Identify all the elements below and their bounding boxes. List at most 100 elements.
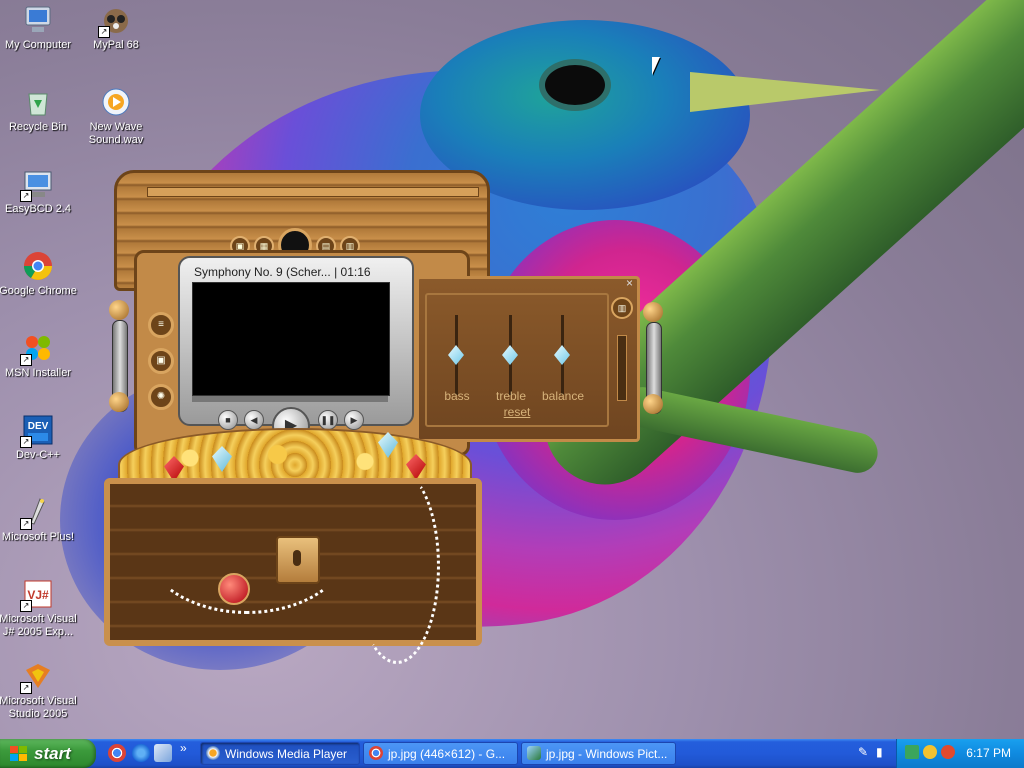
- taskbar-button-label: jp.jpg (446×612) - G...: [388, 747, 506, 761]
- desktop-icon-label: MyPal 68: [93, 39, 139, 51]
- quicklaunch-show-desktop-icon[interactable]: [154, 744, 172, 762]
- desktop-icon-devcpp[interactable]: DEV ↗ Dev-C++: [0, 414, 78, 462]
- start-label: start: [34, 744, 71, 763]
- balance-slider-knob[interactable]: [554, 345, 570, 365]
- pen-tool-icon[interactable]: ✎: [858, 745, 868, 759]
- wallpaper-bird-beak: [690, 72, 880, 112]
- recycle-bin-icon: [22, 86, 54, 118]
- chrome-icon: [369, 746, 383, 760]
- taskbar: start » Windows Media Player jp.jpg (446…: [0, 739, 1024, 768]
- media-player-window[interactable]: ▣ ▦ ▤ ▥ × ≡ ▣ ✺ Symphony No. 9 (Scher...…: [104, 170, 664, 664]
- bass-label: bass: [444, 389, 470, 403]
- desktop-icon-chrome[interactable]: Google Chrome: [0, 250, 78, 298]
- desktop-icon-visual-jsharp[interactable]: VJ# ↗ Microsoft Visual J# 2005 Exp...: [0, 578, 78, 639]
- shortcut-arrow-icon: ↗: [20, 518, 32, 530]
- quicklaunch-chrome-icon[interactable]: [108, 744, 126, 762]
- desktop-icon-visual-studio[interactable]: ↗ Microsoft Visual Studio 2005: [0, 660, 78, 721]
- my-computer-icon: [22, 4, 54, 36]
- taskbar-button-picture-viewer[interactable]: jp.jpg - Windows Pict...: [521, 742, 676, 765]
- desktop-icon-recycle-bin[interactable]: Recycle Bin: [0, 86, 78, 134]
- desktop-icon-label: Dev-C++: [15, 449, 61, 461]
- desktop-icon-label: MSN Installer: [4, 367, 72, 379]
- desktop-icon-label: Google Chrome: [0, 285, 77, 297]
- system-tray: 6:17 PM: [896, 739, 1024, 768]
- pearl-necklace: [354, 468, 440, 664]
- stop-button[interactable]: ■: [218, 410, 238, 430]
- shortcut-arrow-icon: ↗: [98, 26, 110, 38]
- equalizer-inner: bass treble balance reset: [425, 293, 609, 427]
- bass-slider[interactable]: [448, 315, 464, 395]
- equalizer-reset-link[interactable]: reset: [487, 405, 547, 419]
- wallpaper-bird-eye: [545, 65, 605, 105]
- quicklaunch-ie-icon[interactable]: [132, 744, 150, 762]
- visual-studio-icon: ↗: [20, 660, 54, 694]
- bass-slider-knob[interactable]: [448, 345, 464, 365]
- easybcd-icon: ↗: [20, 168, 54, 202]
- desktop-icon-label: New Wave Sound.wav: [88, 121, 144, 146]
- mypal-icon: ↗: [98, 4, 132, 38]
- desktop-icon-wav-file[interactable]: New Wave Sound.wav: [76, 86, 156, 147]
- vjsharp-icon: VJ# ↗: [20, 578, 54, 612]
- media-file-icon: [100, 86, 132, 118]
- desktop-icon-easybcd[interactable]: ↗ EasyBCD 2.4: [0, 168, 78, 216]
- microsoft-plus-icon: ↗: [20, 496, 54, 530]
- previous-button[interactable]: ◀: [244, 410, 264, 430]
- desktop-icon-label: Microsoft Visual Studio 2005: [0, 695, 77, 720]
- shortcut-arrow-icon: ↗: [20, 354, 32, 366]
- video-display[interactable]: [192, 282, 390, 396]
- shortcut-arrow-icon: ↗: [20, 600, 32, 612]
- shortcut-arrow-icon: ↗: [20, 682, 32, 694]
- left-hinge-cap: [109, 300, 129, 320]
- balance-slider[interactable]: [554, 315, 570, 395]
- equalizer-close-button[interactable]: ×: [626, 276, 633, 290]
- desktop-icon-label: Recycle Bin: [8, 121, 68, 133]
- equalizer-panel: × bass treble balance reset ▥: [416, 276, 640, 442]
- playlist-icon[interactable]: ≡: [148, 312, 174, 338]
- right-hinge-cap: [643, 302, 663, 322]
- volume-bar[interactable]: [617, 335, 627, 401]
- lid-band: [147, 187, 479, 197]
- treble-slider[interactable]: [502, 315, 518, 395]
- left-hinge-cap: [109, 392, 129, 412]
- taskbar-button-chrome[interactable]: jp.jpg (446×612) - G...: [363, 742, 518, 765]
- msn-icon: ↗: [20, 332, 54, 366]
- picture-viewer-icon: [527, 746, 541, 760]
- desktop-icon-my-computer[interactable]: My Computer: [0, 4, 78, 52]
- quicklaunch-overflow-chevron[interactable]: »: [180, 741, 187, 755]
- visualization-icon[interactable]: ✺: [148, 384, 174, 410]
- network-icon[interactable]: [905, 745, 919, 759]
- language-bar-icon[interactable]: ▮: [876, 745, 883, 759]
- taskbar-button-media-player[interactable]: Windows Media Player: [200, 742, 360, 765]
- balance-label: balance: [541, 389, 585, 403]
- chest-lock: [276, 536, 320, 584]
- desktop-icon-label: Microsoft Visual J# 2005 Exp...: [0, 613, 77, 638]
- treble-label: treble: [495, 389, 527, 403]
- security-shield-icon[interactable]: [923, 745, 937, 759]
- desktop-icon-mypal[interactable]: ↗ MyPal 68: [76, 4, 156, 52]
- desktop-icon-label: EasyBCD 2.4: [4, 203, 72, 215]
- clock[interactable]: 6:17 PM: [966, 739, 1011, 768]
- taskbar-button-label: Windows Media Player: [225, 747, 348, 761]
- pause-button[interactable]: ❚❚: [318, 410, 338, 430]
- now-playing-icon[interactable]: ▣: [148, 348, 174, 374]
- svg-text:DEV: DEV: [28, 421, 49, 432]
- desktop-icon-microsoft-plus[interactable]: ↗ Microsoft Plus!: [0, 496, 78, 544]
- mouse-cursor-icon: [652, 57, 660, 75]
- taskbar-button-label: jp.jpg - Windows Pict...: [546, 747, 668, 761]
- windows-flag-icon: [10, 746, 28, 762]
- chest-body: [104, 428, 484, 664]
- treble-slider-knob[interactable]: [502, 345, 518, 365]
- search-magnifier-icon[interactable]: [941, 745, 955, 759]
- wmp-icon: [206, 746, 220, 760]
- ruby-pendant: [218, 573, 250, 605]
- devcpp-icon: DEV ↗: [20, 414, 54, 448]
- equalizer-graphic-icon[interactable]: ▥: [611, 297, 633, 319]
- next-button[interactable]: ▶: [344, 410, 364, 430]
- seek-bar[interactable]: [192, 396, 388, 402]
- chrome-icon: [22, 250, 54, 282]
- shortcut-arrow-icon: ↗: [20, 190, 32, 202]
- now-playing-text: Symphony No. 9 (Scher... | 01:16: [194, 265, 371, 279]
- start-button[interactable]: start: [0, 739, 96, 768]
- desktop-icon-msn[interactable]: ↗ MSN Installer: [0, 332, 78, 380]
- desktop-icon-label: My Computer: [4, 39, 72, 51]
